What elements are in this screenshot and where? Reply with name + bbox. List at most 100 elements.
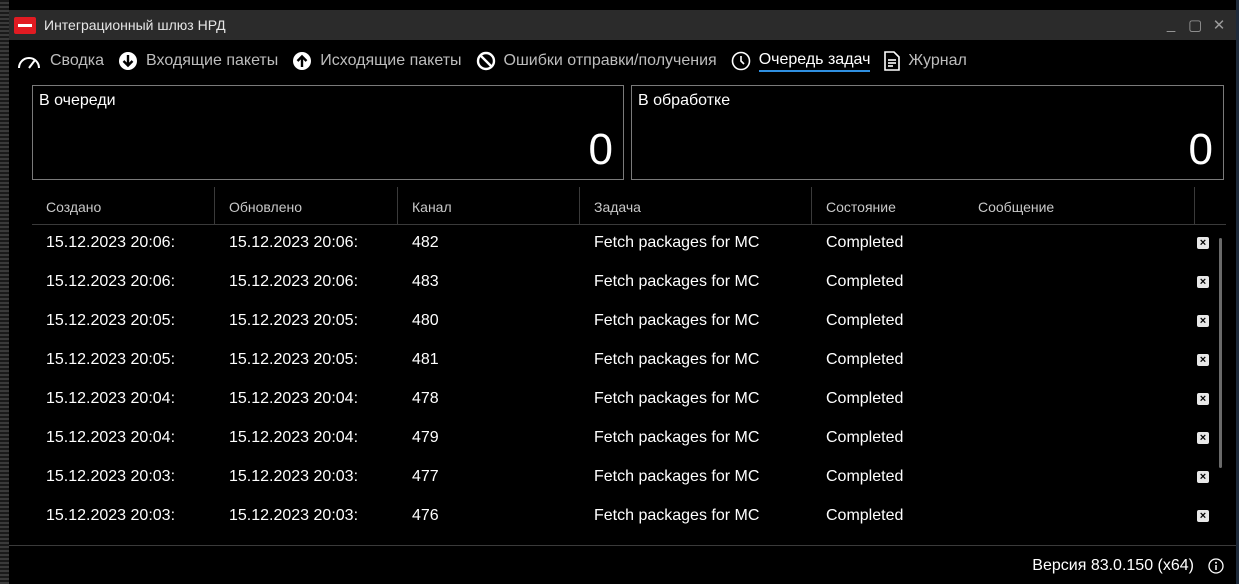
status-bar: Версия 83.0.150 (x64) <box>9 545 1236 584</box>
table-row[interactable]: 15.12.2023 20:04: 15.12.2023 20:04: 478 … <box>32 381 1226 420</box>
remove-row-icon[interactable]: × <box>1197 237 1209 249</box>
table-row[interactable]: 15.12.2023 20:03: 15.12.2023 20:03: 477 … <box>32 459 1226 498</box>
table-row[interactable]: 15.12.2023 20:03: 15.12.2023 20:03: 476 … <box>32 498 1226 537</box>
cell-channel: 476 <box>412 507 439 524</box>
cell-task: Fetch packages for MC <box>594 429 760 446</box>
cell-message <box>964 381 1192 420</box>
column-header-state[interactable]: Состояние <box>812 187 896 225</box>
column-header-channel[interactable]: Канал <box>398 187 452 225</box>
window-controls: _ ▢ ✕ <box>1164 16 1226 34</box>
tab-incoming-packages[interactable]: Входящие пакеты <box>118 47 278 75</box>
title-bar[interactable]: Интеграционный шлюз НРД _ ▢ ✕ <box>9 10 1236 40</box>
tab-journal-label: Журнал <box>908 52 967 69</box>
vertical-scrollbar[interactable] <box>1219 238 1222 468</box>
arrow-up-circle-icon <box>292 51 312 71</box>
tab-task-queue[interactable]: Очередь задач <box>731 47 871 75</box>
column-header-created[interactable]: Создано <box>32 187 101 225</box>
maximize-button[interactable]: ▢ <box>1188 16 1202 34</box>
cell-task: Fetch packages for MC <box>594 468 760 485</box>
table-row[interactable]: 15.12.2023 20:06: 15.12.2023 20:06: 483 … <box>32 264 1226 303</box>
cell-task: Fetch packages for MC <box>594 273 760 290</box>
app-logo-icon <box>14 16 36 34</box>
tab-incoming-label: Входящие пакеты <box>146 52 279 69</box>
remove-row-icon[interactable]: × <box>1197 471 1209 483</box>
tab-summary[interactable]: Сводка <box>16 47 104 75</box>
queued-counter-panel: В очереди 0 <box>32 85 624 180</box>
cell-created: 15.12.2023 20:05: <box>46 351 176 368</box>
cell-state: Completed <box>826 390 904 407</box>
remove-row-icon[interactable]: × <box>1197 354 1209 366</box>
cell-updated: 15.12.2023 20:05: <box>229 351 359 368</box>
table-row[interactable]: 15.12.2023 20:04: 15.12.2023 20:04: 479 … <box>32 420 1226 459</box>
queued-counter-value: 0 <box>588 125 613 174</box>
window-edge-left <box>0 0 9 584</box>
document-icon <box>884 51 901 71</box>
prohibited-icon <box>476 51 496 71</box>
cell-channel: 481 <box>412 351 439 368</box>
gauge-icon <box>16 51 42 71</box>
cell-state: Completed <box>826 429 904 446</box>
table-row[interactable]: 15.12.2023 20:06: 15.12.2023 20:06: 482 … <box>32 225 1226 264</box>
cell-created: 15.12.2023 20:03: <box>46 507 176 524</box>
cell-state: Completed <box>826 351 904 368</box>
cell-updated: 15.12.2023 20:04: <box>229 390 359 407</box>
processing-counter-panel: В обработке 0 <box>631 85 1224 180</box>
tab-summary-label: Сводка <box>50 52 105 69</box>
table-row[interactable]: 15.12.2023 20:05: 15.12.2023 20:05: 480 … <box>32 303 1226 342</box>
version-label: Версия 83.0.150 (x64) <box>1032 557 1194 574</box>
processing-counter-label: В обработке <box>638 92 731 109</box>
tab-errors[interactable]: Ошибки отправки/получения <box>476 47 717 75</box>
info-icon[interactable] <box>1208 558 1224 579</box>
cell-state: Completed <box>826 273 904 290</box>
remove-row-icon[interactable]: × <box>1197 315 1209 327</box>
cell-updated: 15.12.2023 20:04: <box>229 429 359 446</box>
tab-errors-label: Ошибки отправки/получения <box>503 52 717 69</box>
cell-task: Fetch packages for MC <box>594 390 760 407</box>
table-row[interactable]: 15.12.2023 20:05: 15.12.2023 20:05: 481 … <box>32 342 1226 381</box>
cell-message <box>964 264 1192 303</box>
cell-message <box>964 498 1192 537</box>
window-title: Интеграционный шлюз НРД <box>44 17 226 33</box>
app-window: Интеграционный шлюз НРД _ ▢ ✕ Сводка Вхо… <box>0 0 1239 584</box>
cell-updated: 15.12.2023 20:06: <box>229 234 359 251</box>
cell-task: Fetch packages for MC <box>594 507 760 524</box>
close-button[interactable]: ✕ <box>1212 16 1226 34</box>
cell-message <box>964 459 1192 498</box>
column-header-task[interactable]: Задача <box>580 187 641 225</box>
cell-created: 15.12.2023 20:06: <box>46 273 176 290</box>
cell-updated: 15.12.2023 20:03: <box>229 507 359 524</box>
main-nav: Сводка Входящие пакеты Исходящие пакеты … <box>16 46 1229 76</box>
tab-task-queue-label: Очередь задач <box>758 51 871 72</box>
cell-updated: 15.12.2023 20:06: <box>229 273 359 290</box>
cell-channel: 480 <box>412 312 439 329</box>
remove-row-icon[interactable]: × <box>1197 276 1209 288</box>
column-header-message[interactable]: Сообщение <box>964 187 1054 225</box>
cell-channel: 482 <box>412 234 439 251</box>
column-header-updated[interactable]: Обновлено <box>215 187 302 225</box>
column-resize-handle[interactable] <box>1194 187 1195 225</box>
cell-state: Completed <box>826 312 904 329</box>
cell-message <box>964 342 1192 381</box>
remove-row-icon[interactable]: × <box>1197 510 1209 522</box>
cell-updated: 15.12.2023 20:05: <box>229 312 359 329</box>
remove-row-icon[interactable]: × <box>1197 393 1209 405</box>
tab-outgoing-label: Исходящие пакеты <box>320 52 462 69</box>
cell-created: 15.12.2023 20:06: <box>46 234 176 251</box>
cell-message <box>964 303 1192 342</box>
minimize-button[interactable]: _ <box>1164 16 1178 34</box>
tab-outgoing-packages[interactable]: Исходящие пакеты <box>292 47 462 75</box>
queued-counter-label: В очереди <box>39 92 116 109</box>
arrow-down-circle-icon <box>118 51 138 71</box>
cell-task: Fetch packages for MC <box>594 234 760 251</box>
cell-channel: 483 <box>412 273 439 290</box>
cell-created: 15.12.2023 20:04: <box>46 429 176 446</box>
cell-task: Fetch packages for MC <box>594 312 760 329</box>
cell-updated: 15.12.2023 20:03: <box>229 468 359 485</box>
tab-journal[interactable]: Журнал <box>884 47 967 75</box>
processing-counter-value: 0 <box>1188 125 1213 174</box>
cell-created: 15.12.2023 20:05: <box>46 312 176 329</box>
remove-row-icon[interactable]: × <box>1197 432 1209 444</box>
cell-task: Fetch packages for MC <box>594 351 760 368</box>
cell-state: Completed <box>826 507 904 524</box>
cell-created: 15.12.2023 20:03: <box>46 468 176 485</box>
